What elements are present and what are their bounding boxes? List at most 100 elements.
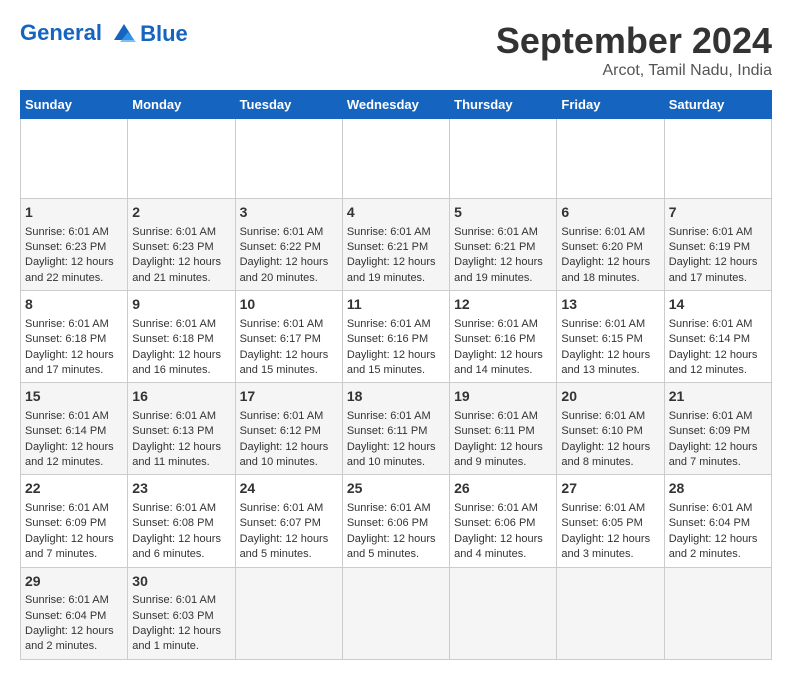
daylight: Daylight: 12 hours and 7 minutes.	[25, 533, 114, 560]
day-number: 12	[454, 295, 552, 315]
daylight: Daylight: 12 hours and 2 minutes.	[669, 533, 758, 560]
daylight: Daylight: 12 hours and 13 minutes.	[561, 349, 650, 376]
day-number: 14	[669, 295, 767, 315]
sunrise: Sunrise: 6:01 AM	[132, 410, 216, 422]
day-number: 23	[132, 479, 230, 499]
sunrise: Sunrise: 6:01 AM	[669, 502, 753, 514]
day-number: 6	[561, 203, 659, 223]
daylight: Daylight: 12 hours and 5 minutes.	[347, 533, 436, 560]
day-number: 1	[25, 203, 123, 223]
daylight: Daylight: 12 hours and 10 minutes.	[347, 441, 436, 468]
sunrise: Sunrise: 6:01 AM	[454, 226, 538, 238]
sunrise: Sunrise: 6:01 AM	[132, 594, 216, 606]
sunrise: Sunrise: 6:01 AM	[347, 226, 431, 238]
sunrise: Sunrise: 6:01 AM	[454, 318, 538, 330]
sunrise: Sunrise: 6:01 AM	[240, 318, 324, 330]
list-item: 19 Sunrise: 6:01 AM Sunset: 6:11 PM Dayl…	[450, 383, 557, 475]
empty-cell	[235, 119, 342, 199]
list-item: 16 Sunrise: 6:01 AM Sunset: 6:13 PM Dayl…	[128, 383, 235, 475]
sunrise: Sunrise: 6:01 AM	[561, 502, 645, 514]
daylight: Daylight: 12 hours and 4 minutes.	[454, 533, 543, 560]
empty-cell	[664, 567, 771, 659]
day-number: 22	[25, 479, 123, 499]
daylight: Daylight: 12 hours and 3 minutes.	[561, 533, 650, 560]
list-item: 7 Sunrise: 6:01 AM Sunset: 6:19 PM Dayli…	[664, 199, 771, 291]
list-item: 28 Sunrise: 6:01 AM Sunset: 6:04 PM Dayl…	[664, 475, 771, 567]
sunrise: Sunrise: 6:01 AM	[25, 594, 109, 606]
sunset: Sunset: 6:07 PM	[240, 517, 321, 529]
empty-cell	[342, 567, 449, 659]
sunset: Sunset: 6:03 PM	[132, 610, 213, 622]
day-number: 25	[347, 479, 445, 499]
empty-cell	[235, 567, 342, 659]
list-item: 23 Sunrise: 6:01 AM Sunset: 6:08 PM Dayl…	[128, 475, 235, 567]
daylight: Daylight: 12 hours and 7 minutes.	[669, 441, 758, 468]
daylight: Daylight: 12 hours and 1 minute.	[132, 625, 221, 652]
day-number: 21	[669, 387, 767, 407]
location-text: Arcot, Tamil Nadu, India	[496, 62, 772, 80]
empty-cell	[664, 119, 771, 199]
sunset: Sunset: 6:21 PM	[454, 241, 535, 253]
logo-icon	[110, 20, 138, 48]
list-item: 24 Sunrise: 6:01 AM Sunset: 6:07 PM Dayl…	[235, 475, 342, 567]
table-row: 1 Sunrise: 6:01 AM Sunset: 6:23 PM Dayli…	[21, 199, 772, 291]
sunset: Sunset: 6:18 PM	[132, 333, 213, 345]
sunrise: Sunrise: 6:01 AM	[240, 410, 324, 422]
day-number: 2	[132, 203, 230, 223]
day-number: 19	[454, 387, 552, 407]
sunset: Sunset: 6:13 PM	[132, 425, 213, 437]
list-item: 17 Sunrise: 6:01 AM Sunset: 6:12 PM Dayl…	[235, 383, 342, 475]
empty-cell	[21, 119, 128, 199]
sunrise: Sunrise: 6:01 AM	[561, 318, 645, 330]
col-wednesday: Wednesday	[342, 91, 449, 119]
daylight: Daylight: 12 hours and 6 minutes.	[132, 533, 221, 560]
sunset: Sunset: 6:09 PM	[669, 425, 750, 437]
list-item: 22 Sunrise: 6:01 AM Sunset: 6:09 PM Dayl…	[21, 475, 128, 567]
day-number: 16	[132, 387, 230, 407]
daylight: Daylight: 12 hours and 17 minutes.	[669, 256, 758, 283]
empty-cell	[450, 567, 557, 659]
table-row: 8 Sunrise: 6:01 AM Sunset: 6:18 PM Dayli…	[21, 291, 772, 383]
sunset: Sunset: 6:08 PM	[132, 517, 213, 529]
day-number: 24	[240, 479, 338, 499]
daylight: Daylight: 12 hours and 10 minutes.	[240, 441, 329, 468]
sunset: Sunset: 6:10 PM	[561, 425, 642, 437]
daylight: Daylight: 12 hours and 12 minutes.	[25, 441, 114, 468]
sunrise: Sunrise: 6:01 AM	[347, 502, 431, 514]
sunset: Sunset: 6:05 PM	[561, 517, 642, 529]
sunrise: Sunrise: 6:01 AM	[347, 410, 431, 422]
col-monday: Monday	[128, 91, 235, 119]
sunset: Sunset: 6:06 PM	[454, 517, 535, 529]
logo-blue: Blue	[140, 21, 188, 47]
day-number: 8	[25, 295, 123, 315]
sunrise: Sunrise: 6:01 AM	[25, 318, 109, 330]
sunrise: Sunrise: 6:01 AM	[240, 502, 324, 514]
col-thursday: Thursday	[450, 91, 557, 119]
list-item: 20 Sunrise: 6:01 AM Sunset: 6:10 PM Dayl…	[557, 383, 664, 475]
sunset: Sunset: 6:19 PM	[669, 241, 750, 253]
table-row: 29 Sunrise: 6:01 AM Sunset: 6:04 PM Dayl…	[21, 567, 772, 659]
sunset: Sunset: 6:14 PM	[669, 333, 750, 345]
sunrise: Sunrise: 6:01 AM	[669, 410, 753, 422]
list-item: 1 Sunrise: 6:01 AM Sunset: 6:23 PM Dayli…	[21, 199, 128, 291]
daylight: Daylight: 12 hours and 15 minutes.	[240, 349, 329, 376]
list-item: 5 Sunrise: 6:01 AM Sunset: 6:21 PM Dayli…	[450, 199, 557, 291]
sunset: Sunset: 6:21 PM	[347, 241, 428, 253]
empty-cell	[128, 119, 235, 199]
sunrise: Sunrise: 6:01 AM	[240, 226, 324, 238]
sunset: Sunset: 6:09 PM	[25, 517, 106, 529]
sunset: Sunset: 6:12 PM	[240, 425, 321, 437]
day-number: 10	[240, 295, 338, 315]
col-friday: Friday	[557, 91, 664, 119]
list-item: 18 Sunrise: 6:01 AM Sunset: 6:11 PM Dayl…	[342, 383, 449, 475]
daylight: Daylight: 12 hours and 14 minutes.	[454, 349, 543, 376]
sunset: Sunset: 6:11 PM	[454, 425, 535, 437]
day-number: 29	[25, 572, 123, 592]
daylight: Daylight: 12 hours and 22 minutes.	[25, 256, 114, 283]
list-item: 27 Sunrise: 6:01 AM Sunset: 6:05 PM Dayl…	[557, 475, 664, 567]
list-item: 3 Sunrise: 6:01 AM Sunset: 6:22 PM Dayli…	[235, 199, 342, 291]
daylight: Daylight: 12 hours and 8 minutes.	[561, 441, 650, 468]
list-item: 6 Sunrise: 6:01 AM Sunset: 6:20 PM Dayli…	[557, 199, 664, 291]
daylight: Daylight: 12 hours and 5 minutes.	[240, 533, 329, 560]
sunrise: Sunrise: 6:01 AM	[25, 502, 109, 514]
